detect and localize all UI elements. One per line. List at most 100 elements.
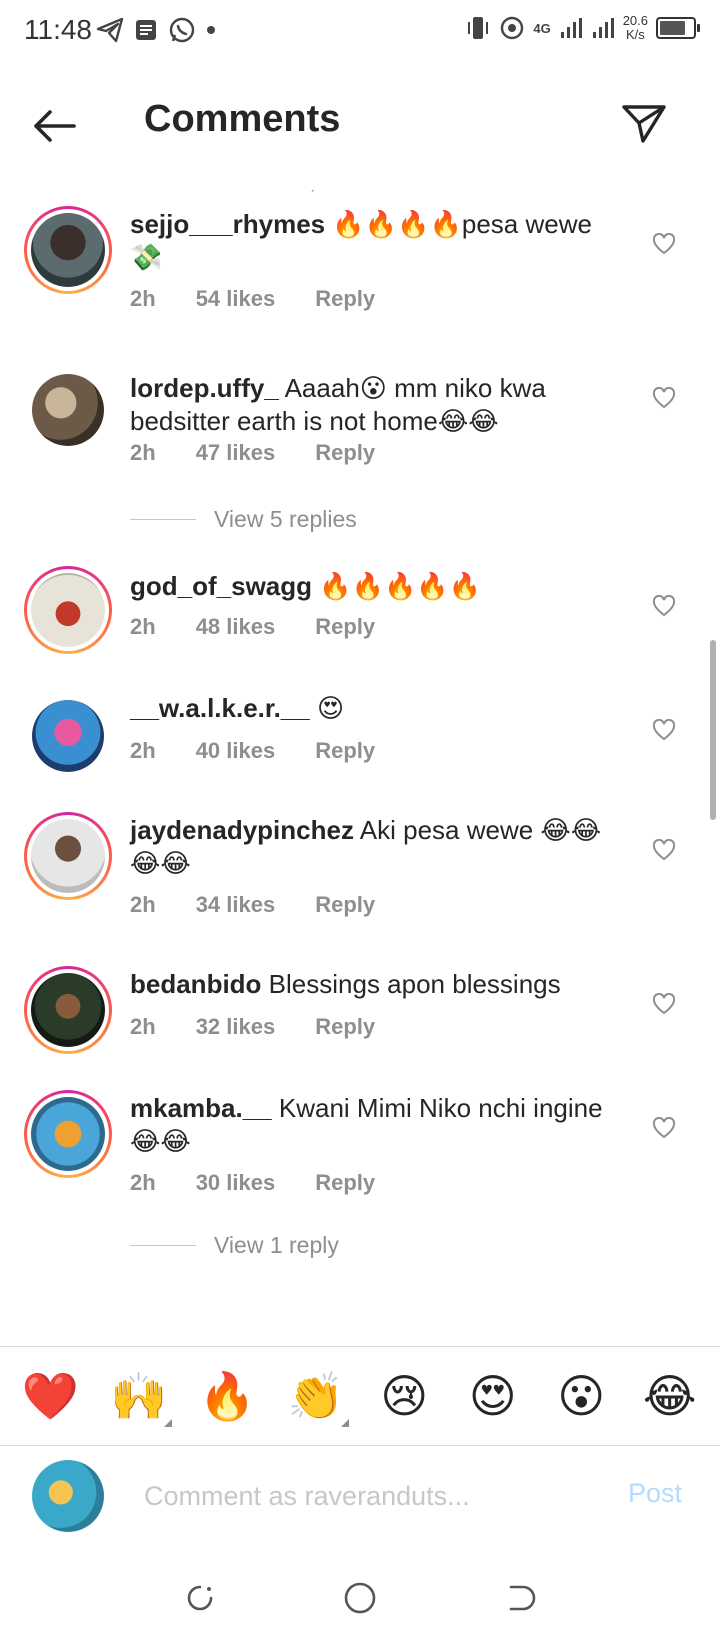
- comment-text: mkamba.__ Kwani Mimi Niko nchi ingine😂😂: [130, 1092, 618, 1158]
- emoji-heart-button[interactable]: ❤️: [15, 1361, 85, 1431]
- header: Comments: [0, 66, 720, 176]
- back-button[interactable]: [22, 96, 86, 156]
- paper-plane-icon: [622, 105, 666, 143]
- comment-text: lordep.uffy_ Aaaah😮 mm niko kwa bedsitte…: [130, 372, 618, 438]
- like-button[interactable]: [644, 586, 684, 626]
- comment-likes[interactable]: 32 likes: [196, 1014, 276, 1040]
- comment-username[interactable]: jaydenadypinchez: [130, 815, 354, 845]
- like-button[interactable]: [644, 224, 684, 264]
- recents-button[interactable]: [176, 1574, 224, 1622]
- heart-icon: [652, 1117, 676, 1139]
- comment-likes[interactable]: 30 likes: [196, 1170, 276, 1196]
- replies-divider: [130, 519, 196, 520]
- comment-text: __w.a.l.k.e.r.__ 😍: [130, 692, 618, 725]
- avatar[interactable]: [24, 366, 112, 454]
- comment-likes[interactable]: 34 likes: [196, 892, 276, 918]
- scrollbar[interactable]: [710, 640, 716, 820]
- comment-time: 2h: [130, 1014, 156, 1039]
- avatar[interactable]: [24, 206, 112, 294]
- view-replies-button[interactable]: View 5 replies: [130, 506, 357, 533]
- home-button[interactable]: [336, 1574, 384, 1622]
- comment-username[interactable]: __w.a.l.k.e.r.__: [130, 693, 310, 723]
- heart-icon: [652, 719, 676, 741]
- like-button[interactable]: [644, 1108, 684, 1148]
- like-button[interactable]: [644, 984, 684, 1024]
- comment-message: 😍: [316, 693, 345, 723]
- comment-likes[interactable]: 47 likes: [196, 440, 276, 466]
- avatar[interactable]: [24, 1090, 112, 1178]
- signal-icon-2: [592, 18, 614, 38]
- recents-icon: [187, 1585, 213, 1611]
- back-nav-button[interactable]: [496, 1574, 544, 1622]
- emoji-raised-hands-button[interactable]: 🙌: [104, 1361, 174, 1431]
- telegram-icon: [96, 17, 124, 43]
- page-title: Comments: [144, 98, 341, 140]
- emoji-reaction-bar: ❤️ 🙌 🔥 👏 😢 😍 😮 😂: [0, 1346, 720, 1446]
- skin-tone-indicator-icon: [163, 1419, 172, 1427]
- view-replies-button[interactable]: View 1 reply: [130, 1232, 339, 1259]
- reply-button[interactable]: Reply: [315, 440, 375, 466]
- comment-likes[interactable]: 54 likes: [196, 286, 276, 312]
- heart-icon: [652, 387, 676, 409]
- comment-likes[interactable]: 48 likes: [196, 614, 276, 640]
- comment-username[interactable]: sejjo___rhymes: [130, 209, 325, 239]
- comment-text: sejjo___rhymes 🔥🔥🔥🔥pesa wewe 💸: [130, 208, 618, 274]
- status-notification-icons: [96, 16, 216, 44]
- comment-time: 2h: [130, 286, 156, 311]
- comment-likes[interactable]: 40 likes: [196, 738, 276, 764]
- reply-button[interactable]: Reply: [315, 286, 375, 312]
- avatar[interactable]: [24, 692, 112, 780]
- emoji-surprised-button[interactable]: 😮: [546, 1361, 616, 1431]
- emoji-crying-button[interactable]: 😢: [369, 1361, 439, 1431]
- emoji-clap-glyph: 👏: [287, 1368, 345, 1423]
- arrow-left-icon: [34, 110, 76, 142]
- hotspot-icon: [501, 16, 524, 40]
- emoji-fire-button[interactable]: 🔥: [192, 1361, 262, 1431]
- comment-meta: 2h 48 likes Reply: [130, 614, 415, 640]
- avatar[interactable]: [24, 812, 112, 900]
- comment-message: Blessings apon blessings: [268, 969, 561, 999]
- like-button[interactable]: [644, 378, 684, 418]
- avatar[interactable]: [24, 966, 112, 1054]
- dot-icon: [207, 26, 215, 34]
- comment-username[interactable]: god_of_swagg: [130, 571, 312, 601]
- reply-button[interactable]: Reply: [315, 892, 375, 918]
- system-nav-bar: [0, 1556, 720, 1640]
- comment-text: god_of_swagg 🔥🔥🔥🔥🔥: [130, 570, 618, 603]
- network-speed: 20.6 K/s: [623, 14, 648, 42]
- avatar[interactable]: [24, 566, 112, 654]
- whatsapp-icon: [169, 17, 195, 43]
- scroll-remnant: ˏ: [310, 176, 315, 192]
- comment-message: 🔥🔥🔥🔥🔥: [319, 571, 482, 601]
- message-icon: [136, 20, 156, 40]
- comments-list[interactable]: ˏ sejjo___rhymes 🔥🔥🔥🔥pesa wewe 💸 2h 54 l…: [0, 176, 720, 1346]
- comment-username[interactable]: bedanbido: [130, 969, 261, 999]
- post-button[interactable]: Post: [628, 1478, 682, 1509]
- comment-time: 2h: [130, 1170, 156, 1195]
- reply-button[interactable]: Reply: [315, 1014, 375, 1040]
- emoji-laughing-button[interactable]: 😂: [635, 1361, 705, 1431]
- reply-button[interactable]: Reply: [315, 1170, 375, 1196]
- signal-icon: [560, 18, 582, 38]
- heart-icon: [652, 233, 676, 255]
- comment-time: 2h: [130, 614, 156, 639]
- speed-value: 20.6: [622, 13, 648, 28]
- comment-username[interactable]: lordep.uffy_: [130, 373, 279, 403]
- comment-time: 2h: [130, 440, 156, 465]
- emoji-heart-eyes-button[interactable]: 😍: [458, 1361, 528, 1431]
- comment-input[interactable]: [144, 1476, 584, 1516]
- status-bar: 11:48 4G 20.6 K/s: [0, 0, 720, 66]
- heart-icon: [652, 993, 676, 1015]
- comment-username[interactable]: mkamba.__: [130, 1093, 272, 1123]
- reply-button[interactable]: Reply: [315, 738, 375, 764]
- comment-meta: 2h 54 likes Reply: [130, 286, 415, 312]
- battery-icon: [656, 17, 700, 39]
- share-button[interactable]: [612, 92, 676, 156]
- network-type: 4G: [533, 20, 551, 36]
- comment-text: jaydenadypinchez Aki pesa wewe 😂😂😂😂: [130, 814, 618, 880]
- like-button[interactable]: [644, 710, 684, 750]
- status-system-icons: 4G 20.6 K/s: [465, 14, 700, 42]
- reply-button[interactable]: Reply: [315, 614, 375, 640]
- emoji-clap-button[interactable]: 👏: [281, 1361, 351, 1431]
- like-button[interactable]: [644, 830, 684, 870]
